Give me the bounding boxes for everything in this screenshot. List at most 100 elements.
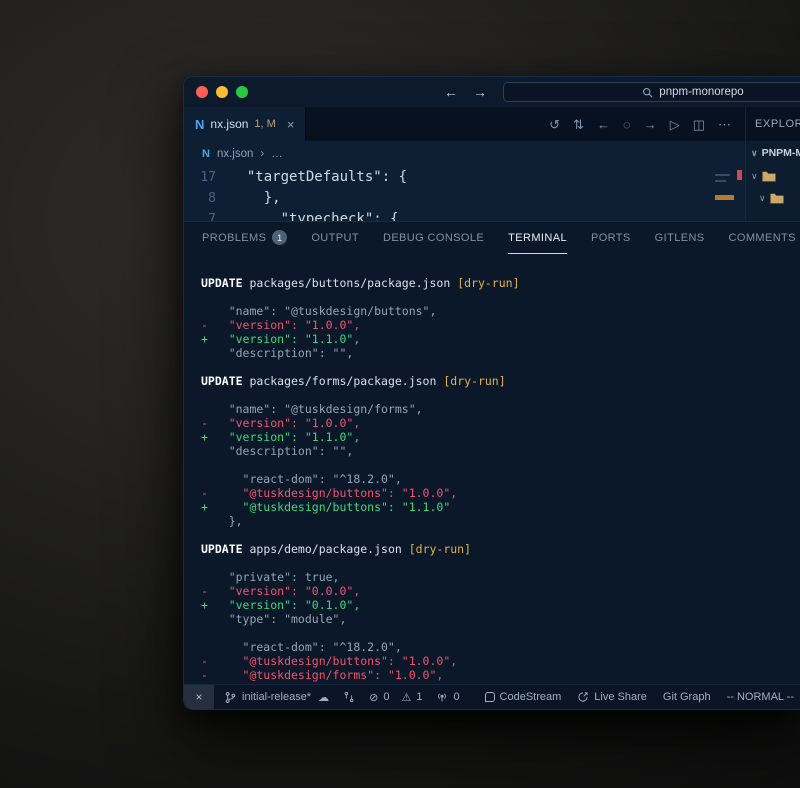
diff-context-line: "react-dom": "^18.2.0", [201, 472, 402, 486]
codestream-icon [485, 692, 495, 702]
sidebar-title: EXPLORER [745, 107, 800, 141]
minimap-text-mark [715, 174, 730, 176]
open-changes-icon[interactable]: ◌ [623, 118, 631, 131]
terminal-line: UPDATE packages/forms/package.json [dry-… [201, 374, 800, 388]
terminal-line: UPDATE packages/buttons/package.json [dr… [201, 276, 800, 290]
editor-group: N nx.json › … 17 "targetDefaults": {8 },… [184, 141, 745, 221]
terminal-line: + "@tuskdesign/buttons": "1.1.0" [201, 500, 800, 514]
split-editor-icon[interactable]: ◫ [693, 118, 705, 131]
nx-file-icon: N [202, 148, 210, 160]
git-compare-action[interactable] [343, 691, 355, 703]
terminal-line: }, [201, 514, 800, 528]
terminal-line: "name": "@tuskdesign/buttons", [201, 304, 800, 318]
panel-tab-label: DEBUG CONSOLE [383, 232, 484, 244]
run-icon[interactable]: ▷ [670, 118, 680, 131]
terminal-command-text: UPDATE [201, 542, 243, 556]
minimize-window-button[interactable] [216, 86, 228, 98]
previous-change-icon[interactable]: ← [597, 118, 610, 131]
remote-indicator-icon: × [195, 690, 202, 704]
explorer-folder-row[interactable]: ∨ [746, 165, 800, 187]
code-text: "targetDefaults": { [230, 167, 407, 188]
panel-tab-debug-console[interactable]: DEBUG CONSOLE [383, 222, 484, 254]
nx-file-icon: N [195, 117, 204, 132]
breadcrumb[interactable]: N nx.json › … [184, 141, 745, 167]
branch-name: initial-release* [242, 691, 311, 703]
diff-context-line: "type": "module", [201, 612, 346, 626]
terminal-flag-text: [dry-run] [409, 542, 471, 556]
explorer-folder-row[interactable]: ∨ [746, 187, 800, 209]
chevron-down-icon: ∨ [751, 171, 758, 182]
more-actions-icon[interactable]: ⋯ [718, 118, 731, 131]
code-editor[interactable]: 17 "targetDefaults": {8 },7 "typecheck":… [184, 167, 745, 221]
editor-actions: ↺ ⇅ ← ◌ → ▷ ◫ ⋯ [549, 107, 745, 141]
terminal-line [201, 290, 800, 304]
diff-context-line: "name": "@tuskdesign/buttons", [201, 304, 436, 318]
terminal-line: - "version": "0.0.0", [201, 584, 800, 598]
terminal-line: "type": "module", [201, 612, 800, 626]
codestream-status[interactable]: CodeStream [485, 691, 562, 703]
tab-bar: N nx.json 1, M × ↺ ⇅ ← ◌ → ▷ ◫ ⋯ EXPLORER [184, 107, 800, 141]
next-change-icon[interactable]: → [644, 118, 657, 131]
command-center-search[interactable]: pnpm-monorepo [503, 82, 800, 102]
diff-removed-line: - "@tuskdesign/buttons": "1.0.0", [201, 654, 457, 668]
panel-tab-output[interactable]: OUTPUT [311, 222, 359, 254]
diff-added-line: + "version": "0.1.0", [201, 598, 360, 612]
editor-region: N nx.json › … 17 "targetDefaults": {8 },… [184, 141, 800, 221]
ports-status[interactable]: 0 [436, 691, 459, 703]
diff-removed-line: - "version": "0.0.0", [201, 584, 360, 598]
terminal-line: "private": true, [201, 570, 800, 584]
breadcrumb-file: nx.json [217, 148, 253, 160]
close-tab-button[interactable]: × [287, 117, 295, 132]
terminal-line: "description": "", [201, 444, 800, 458]
code-text: }, [230, 188, 281, 209]
diff-context-line: }, [201, 514, 243, 528]
tab-label: nx.json [210, 117, 248, 131]
breadcrumb-more: … [271, 148, 283, 160]
git-graph-status[interactable]: Git Graph [663, 691, 711, 703]
terminal-line: + "version": "1.1.0", [201, 332, 800, 346]
panel-tab-gitlens[interactable]: GITLENS [655, 222, 705, 254]
git-compare-icon [343, 691, 355, 703]
panel-tab-terminal[interactable]: TERMINAL [508, 222, 567, 254]
titlebar: ← → pnpm-monorepo [184, 77, 800, 107]
live-share-status[interactable]: Live Share [577, 691, 647, 703]
terminal-output[interactable]: UPDATE packages/buttons/package.json [dr… [184, 254, 800, 684]
zoom-window-button[interactable] [236, 86, 248, 98]
git-graph-label: Git Graph [663, 691, 711, 703]
remote-indicator[interactable]: × [184, 685, 214, 709]
bottom-panel: PROBLEMS1 OUTPUT DEBUG CONSOLE TERMINAL PORT… [184, 221, 800, 684]
warning-count: 1 [416, 691, 422, 703]
diff-added-line: + "@tuskdesign/buttons": "1.1.0" [201, 500, 450, 514]
terminal-line: "description": "", [201, 346, 800, 360]
terminal-line [201, 458, 800, 472]
explorer-section-header[interactable]: ∨ PNPM-MONOREPO [746, 141, 800, 165]
status-bar-right: CodeStream Live Share Git Graph -- NORMA… [485, 691, 800, 703]
search-icon [642, 87, 653, 98]
terminal-line: - "@tuskdesign/buttons": "1.0.0", [201, 654, 800, 668]
problems-status[interactable]: ⊘ 0 ⚠ 1 [369, 691, 422, 704]
diff-removed-line: - "version": "1.0.0", [201, 318, 360, 332]
terminal-line: "name": "@tuskdesign/forms", [201, 402, 800, 416]
editor-line: 8 }, [184, 188, 745, 209]
diff-removed-line: - "@tuskdesign/forms": "1.0.0", [201, 668, 443, 682]
sidebar-title-label: EXPLORER [755, 118, 800, 130]
terminal-path-text: packages/forms/package.json [243, 374, 444, 388]
vscode-window: ← → pnpm-monorepo N nx.json 1, M × ↺ ⇅ ← ◌ →… [183, 76, 800, 710]
folder-icon [762, 171, 776, 182]
minimap[interactable] [715, 168, 742, 220]
git-branch-status[interactable]: initial-release* ☁ [224, 691, 329, 704]
panel-tab-label: PROBLEMS [202, 232, 266, 244]
diff-context-line: "private": true, [201, 570, 339, 584]
history-icon[interactable]: ↺ [549, 118, 560, 131]
go-forward-button[interactable]: → [473, 85, 487, 99]
panel-tab-ports[interactable]: PORTS [591, 222, 631, 254]
git-request-icon[interactable]: ⇅ [573, 118, 584, 131]
panel-tab-problems[interactable]: PROBLEMS1 [202, 222, 287, 254]
tab-nx-json[interactable]: N nx.json 1, M × [184, 107, 306, 141]
close-window-button[interactable] [196, 86, 208, 98]
chevron-down-icon: ∨ [759, 193, 766, 204]
panel-tab-label: PORTS [591, 232, 631, 244]
go-back-button[interactable]: ← [444, 85, 458, 99]
panel-tab-comments[interactable]: COMMENTS [729, 222, 796, 254]
live-share-icon [577, 691, 589, 703]
